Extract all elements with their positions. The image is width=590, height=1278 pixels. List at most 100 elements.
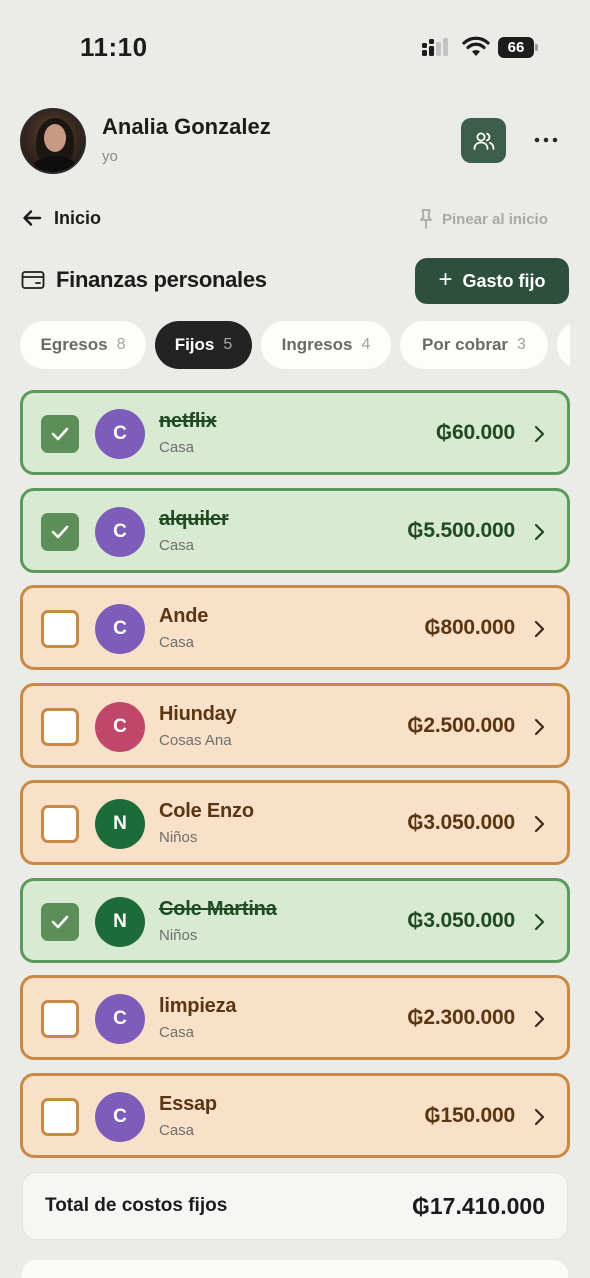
back-link[interactable]: Inicio [22, 204, 101, 232]
expense-category: Casa [159, 1024, 195, 1041]
tab-label: Fijos [174, 335, 215, 354]
people-button[interactable] [461, 118, 506, 163]
expense-category: Niños [159, 927, 198, 944]
add-fixed-expense-button[interactable]: + Gasto fijo [415, 258, 569, 304]
chevron-right-icon [534, 913, 545, 931]
category-avatar: N [95, 897, 145, 947]
tab-egresos[interactable]: Egresos 8 [20, 321, 146, 369]
plus-icon: + [438, 266, 453, 293]
pin-to-home-button[interactable]: Pinear al inicio [418, 206, 548, 232]
status-bar: 11:10 66 [0, 0, 590, 90]
tab-more[interactable] [557, 321, 570, 369]
expense-amount: ₲3.050.000 [407, 811, 515, 834]
expense-amount: ₲2.500.000 [407, 714, 515, 737]
expense-row[interactable]: C Essap Casa ₲150.000 [20, 1073, 570, 1158]
expense-amount: ₲5.500.000 [407, 519, 515, 542]
expense-category: Casa [159, 634, 195, 651]
paid-checkbox[interactable] [41, 513, 79, 551]
paid-checkbox[interactable] [41, 415, 79, 453]
cellular-signal-icon [422, 38, 448, 56]
expense-category: Casa [159, 537, 195, 554]
expense-amount: ₲800.000 [424, 616, 515, 639]
check-icon [51, 525, 69, 539]
expense-category: Niños [159, 829, 198, 846]
avatar-body [32, 156, 78, 172]
chevron-right-icon [534, 523, 545, 541]
total-value: ₲17.410.000 [411, 1193, 545, 1219]
expense-row[interactable]: N Cole Martina Niños ₲3.050.000 [20, 878, 570, 963]
total-label: Total de costos fijos [45, 1195, 228, 1216]
expense-row[interactable]: C Hiunday Cosas Ana ₲2.500.000 [20, 683, 570, 768]
battery-tip [535, 44, 538, 51]
more-dots-icon [534, 137, 558, 143]
tab-fijos[interactable]: Fijos 5 [155, 321, 252, 369]
expense-category: Casa [159, 1122, 195, 1139]
expense-row[interactable]: N Cole Enzo Niños ₲3.050.000 [20, 780, 570, 865]
total-card: Total de costos fijos ₲17.410.000 [22, 1172, 568, 1240]
tab-label: Por cobrar [422, 335, 509, 354]
wallet-icon [21, 271, 45, 289]
category-avatar: C [95, 994, 145, 1044]
expense-name: netflix [159, 410, 217, 432]
expense-row[interactable]: Climpieza Casa ₲2.300.000 [20, 975, 570, 1060]
paid-checkbox[interactable] [41, 903, 79, 941]
pin-label: Pinear al inicio [442, 210, 548, 228]
expense-row[interactable]: Cnetflix Casa ₲60.000 [20, 390, 570, 475]
category-avatar: C [95, 507, 145, 557]
avatar-face [44, 124, 66, 152]
tab-count: 5 [223, 336, 233, 353]
expense-amount: ₲3.050.000 [407, 909, 515, 932]
category-avatar: C [95, 604, 145, 654]
chevron-right-icon [534, 718, 545, 736]
expense-category: Casa [159, 439, 195, 456]
expense-amount: ₲150.000 [424, 1104, 515, 1127]
battery-indicator: 66 [498, 37, 538, 58]
chevron-right-icon [534, 620, 545, 638]
expense-name: limpieza [159, 995, 237, 1017]
expense-amount: ₲2.300.000 [407, 1006, 515, 1029]
check-icon [51, 427, 69, 441]
paid-checkbox[interactable] [41, 610, 79, 648]
paid-checkbox[interactable] [41, 1000, 79, 1038]
status-time: 11:10 [80, 32, 148, 62]
back-label: Inicio [54, 207, 102, 228]
chevron-right-icon [534, 1108, 545, 1126]
add-fixed-expense-label: Gasto fijo [462, 270, 546, 291]
tab-label: Ingresos [281, 335, 353, 354]
pin-icon [420, 209, 432, 229]
check-icon [51, 915, 69, 929]
tab-por-cobrar[interactable]: Por cobrar 3 [400, 321, 548, 369]
category-avatar: C [95, 1092, 145, 1142]
tab-ingresos[interactable]: Ingresos 4 [261, 321, 391, 369]
wifi-icon [462, 36, 490, 56]
expense-name: Essap [159, 1093, 217, 1115]
profile-avatar[interactable] [20, 108, 86, 174]
paid-checkbox[interactable] [41, 708, 79, 746]
arrow-left-icon [23, 210, 42, 226]
profile-name: Analia Gonzalez [102, 114, 271, 139]
chevron-right-icon [534, 815, 545, 833]
category-avatar: C [95, 702, 145, 752]
tab-count: 3 [517, 336, 526, 353]
category-tabs: Egresos 8 Fijos 5 Ingresos 4 Por cobrar … [20, 321, 570, 369]
category-avatar: C [95, 409, 145, 459]
chevron-right-icon [534, 425, 545, 443]
tab-count: 4 [361, 336, 371, 353]
expense-name: Ande [159, 605, 209, 627]
people-icon [473, 132, 494, 150]
more-options-button[interactable] [528, 124, 564, 156]
paid-checkbox[interactable] [41, 805, 79, 843]
expense-amount: ₲60.000 [435, 421, 515, 444]
category-avatar: N [95, 799, 145, 849]
expense-name: Hiunday [159, 703, 237, 725]
tab-label: Egresos [40, 335, 108, 354]
expense-row[interactable]: Calquiler Casa ₲5.500.000 [20, 488, 570, 573]
paid-checkbox[interactable] [41, 1098, 79, 1136]
expense-row[interactable]: C Ande Casa ₲800.000 [20, 585, 570, 670]
expense-category: Cosas Ana [159, 732, 232, 749]
expense-name: alquiler [159, 508, 229, 530]
expense-name: Cole Enzo [159, 800, 254, 822]
chevron-right-icon [534, 1010, 545, 1028]
profile-subtitle: yo [102, 148, 118, 165]
tab-count: 8 [116, 336, 126, 353]
